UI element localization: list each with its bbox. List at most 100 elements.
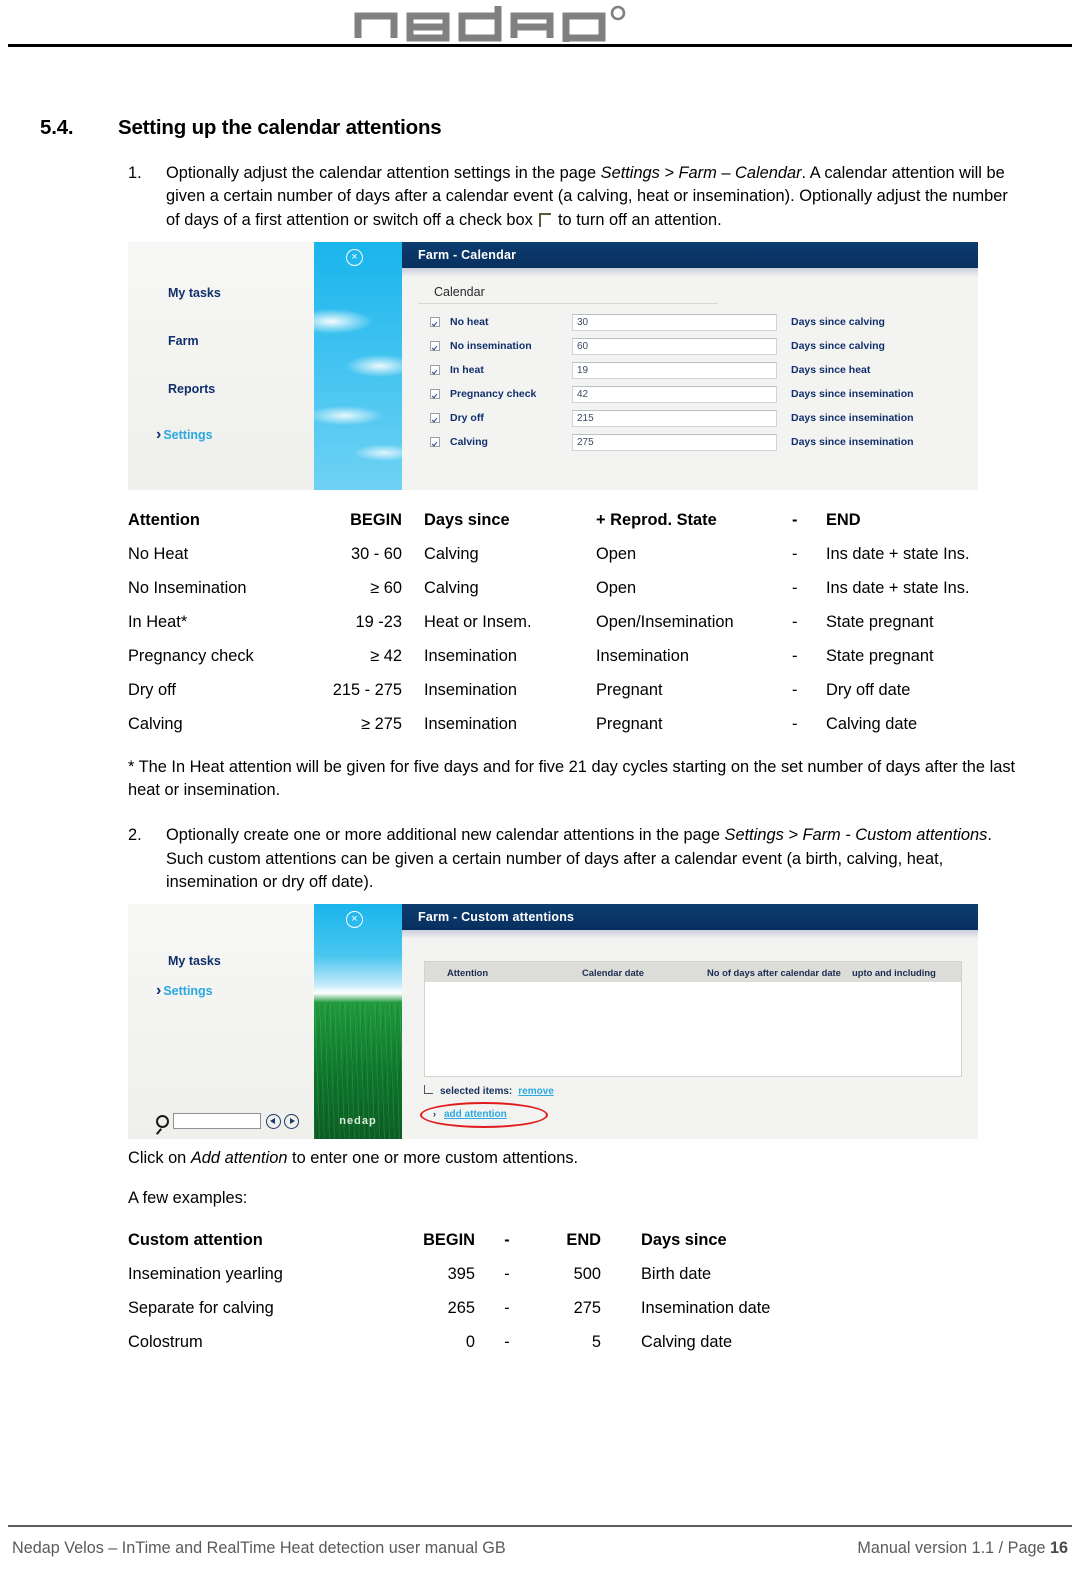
custom-attentions-table: Attention Calendar date No of days after… [424, 961, 962, 1078]
checkbox-no-insemination[interactable] [430, 341, 440, 352]
input-no-insemination[interactable]: 60 [572, 337, 777, 355]
th-reprod-state: + Reprod. State [596, 510, 717, 529]
cell-end: State pregnant [826, 612, 934, 631]
cell-attention: Calving [128, 714, 183, 733]
th-days-since: Days since [641, 1230, 727, 1249]
checkbox-calving[interactable] [430, 437, 440, 448]
cell-begin: ≥ 275 [361, 714, 402, 733]
step-2-paragraph: 2. Optionally create one or more additio… [0, 824, 1080, 894]
unit-no-heat: Days since calving [791, 316, 885, 329]
cell-custom-attention: Separate for calving [128, 1298, 274, 1317]
window-title: Farm - Custom attentions [402, 904, 978, 931]
step-1-marker: 1. [128, 164, 142, 182]
step-1-paragraph: 1. Optionally adjust the calendar attent… [0, 162, 1080, 232]
unit-pregnancy-check: Days since insemination [791, 388, 914, 401]
footer-page-number: 16 [1049, 1539, 1068, 1557]
checkbox-in-heat[interactable] [430, 365, 440, 376]
th-end: END [826, 510, 861, 529]
cell-reprod-state: Open/Insemination [596, 612, 734, 631]
cell-days-since: Calving date [641, 1332, 733, 1351]
next-icon[interactable] [284, 1113, 299, 1129]
step-2-text-part1: Optionally create one or more additional… [166, 826, 725, 845]
form-row: Dry off 215 Days since insemination [430, 408, 978, 429]
chevron-right-icon: › [156, 982, 162, 1000]
checkbox-dry-off[interactable] [430, 413, 440, 424]
cell-custom-attention: Colostrum [128, 1332, 203, 1351]
window-title: Farm - Calendar [402, 241, 978, 268]
cell-dash: - [792, 578, 798, 597]
table-row: Separate for calving 265 - 275 Inseminat… [128, 1292, 1040, 1326]
cell-dash: - [792, 714, 798, 733]
form-row: In heat 19 Days since heat [430, 360, 978, 381]
input-in-heat[interactable]: 19 [572, 361, 777, 379]
close-icon[interactable]: × [346, 248, 363, 266]
calendar-settings-form: No heat 30 Days since calving No insemin… [402, 304, 978, 453]
cell-dash: - [792, 680, 798, 699]
selected-items-row: selected items: remove [424, 1085, 978, 1097]
cell-end: 500 [573, 1264, 601, 1283]
step-2-italic-path: Settings > Farm - Custom attentions [724, 826, 988, 845]
titlebar-shadow [402, 267, 978, 277]
sidebar-item-farm[interactable]: Farm [168, 334, 314, 348]
label-in-heat: In heat [450, 364, 484, 377]
cell-days-since: Birth date [641, 1264, 712, 1283]
section-number: 5.4. [40, 116, 74, 139]
remove-link[interactable]: remove [518, 1086, 554, 1097]
in-heat-footnote: * The In Heat attention will be given fo… [128, 757, 1016, 800]
table-row: Pregnancy check ≥ 42 Insemination Insemi… [128, 640, 1040, 674]
section-title: Setting up the calendar attentions [118, 116, 442, 139]
cell-dash: - [504, 1332, 510, 1351]
form-row: Calving 275 Days since insemination [430, 432, 978, 453]
previous-icon[interactable] [266, 1113, 281, 1129]
cell-begin: 19 -23 [355, 612, 402, 631]
attention-definitions-table: Attention BEGIN Days since + Reprod. Sta… [0, 504, 1080, 742]
cell-dash: - [504, 1298, 510, 1317]
search-input[interactable] [173, 1113, 261, 1130]
add-attention-row[interactable]: › add attention [420, 1102, 548, 1129]
th-custom-attention: Custom attention [128, 1230, 263, 1249]
sidebar-item-my-tasks[interactable]: My tasks [168, 286, 314, 300]
cell-custom-attention: Insemination yearling [128, 1264, 283, 1283]
form-section-label: Calendar [418, 277, 718, 304]
step-2-body: Optionally create one or more additional… [166, 824, 1020, 894]
footer-right-text: Manual version 1.1 / Page 16 [857, 1539, 1068, 1558]
th-days-since: Days since [424, 510, 510, 529]
table-header-row: Custom attention BEGIN - END Days since [128, 1224, 1040, 1258]
click-italic-label: Add attention [190, 1149, 288, 1168]
app-sidebar: My tasks Farm Reports › Settings [128, 241, 314, 490]
table-row: Calving ≥ 275 Insemination Pregnant - Ca… [128, 708, 1040, 742]
header-divider [8, 44, 1072, 47]
step-2-marker: 2. [128, 826, 142, 845]
cell-begin: ≥ 42 [370, 646, 402, 665]
selected-items-label: selected items: [440, 1085, 513, 1097]
sidebar-item-my-tasks[interactable]: My tasks [168, 954, 314, 968]
search-icon [156, 1114, 169, 1128]
input-pregnancy-check[interactable]: 42 [572, 385, 777, 403]
sidebar-item-reports[interactable]: Reports [168, 382, 314, 396]
step-1-text-part1: Optionally adjust the calendar attention… [166, 164, 601, 182]
sidebar-item-settings[interactable]: › Settings [156, 982, 314, 1000]
sidebar-item-settings[interactable]: › Settings [156, 426, 314, 444]
table-header-row: Attention Calendar date No of days after… [425, 962, 961, 983]
cell-end: Calving date [826, 714, 918, 733]
th-upto-including: upto and including [852, 966, 936, 978]
sidebar-nav: My tasks › Settings [128, 954, 314, 1000]
table-row: Colostrum 0 - 5 Calving date [128, 1326, 1040, 1360]
cell-attention: In Heat* [128, 612, 188, 631]
form-row: No insemination 60 Days since calving [430, 336, 978, 357]
input-no-heat[interactable]: 30 [572, 313, 777, 331]
checkbox-pregnancy-check[interactable] [430, 389, 440, 400]
step-1-text-part3: to turn off an attention. [553, 210, 722, 229]
cell-dash: - [792, 646, 798, 665]
titlebar-shadow [402, 930, 978, 940]
cell-end: Dry off date [826, 680, 911, 699]
input-dry-off[interactable]: 215 [572, 409, 777, 427]
examples-intro: A few examples: [128, 1188, 248, 1207]
cell-days-since: Insemination [424, 646, 517, 665]
th-dash: - [792, 510, 798, 529]
checkbox-no-heat[interactable] [430, 317, 440, 328]
form-row: No heat 30 Days since calving [430, 312, 978, 333]
input-calving[interactable]: 275 [572, 433, 777, 451]
cell-end: Ins date + state Ins. [826, 578, 970, 597]
screenshot-farm-calendar: My tasks Farm Reports › Settings × Farm -… [128, 241, 978, 490]
